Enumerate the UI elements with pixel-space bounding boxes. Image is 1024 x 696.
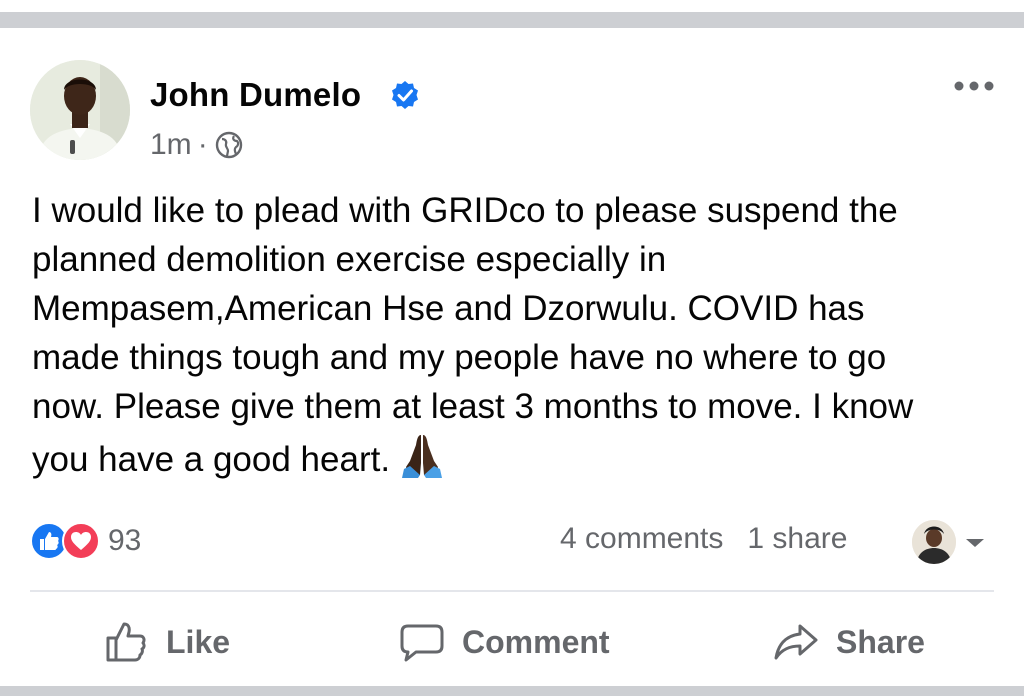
viewer-avatar-image xyxy=(912,520,956,564)
comment-button-label: Comment xyxy=(462,623,610,660)
post-text-line: I would like to plead with GRIDco to ple… xyxy=(32,191,898,230)
love-reaction-icon xyxy=(62,522,100,560)
folded-hands-emoji-icon xyxy=(402,435,443,478)
viewer-avatar[interactable] xyxy=(912,520,956,564)
actions-divider xyxy=(30,590,994,592)
post-author-name[interactable]: John Dumelo xyxy=(150,76,361,114)
comments-count[interactable]: 4 comments xyxy=(560,522,723,556)
share-button[interactable]: Share xyxy=(772,615,925,669)
verified-badge-icon xyxy=(392,81,418,109)
post-text-line: Mempasem,American Hse and Dzorwulu. COVI… xyxy=(32,289,865,328)
engagement-counts: 4 comments 1 share xyxy=(560,522,847,556)
shares-count[interactable]: 1 share xyxy=(747,522,847,556)
comment-button[interactable]: Comment xyxy=(398,615,610,669)
comment-bubble-icon xyxy=(400,624,444,662)
post-timestamp[interactable]: 1m xyxy=(150,128,192,162)
author-avatar-image xyxy=(30,60,130,160)
like-button[interactable]: Like xyxy=(102,615,230,669)
post-text-line: planned demolition exercise especially i… xyxy=(32,240,667,279)
post-text-line: now. Please give them at least 3 months … xyxy=(32,387,914,426)
post-meta: 1m · xyxy=(150,128,244,162)
post-text-line: you have a good heart. xyxy=(32,440,391,479)
post-text-last-line: you have a good heart. xyxy=(32,431,1002,484)
top-separator-bar xyxy=(0,0,1024,28)
meta-separator: · xyxy=(197,128,208,161)
globe-icon xyxy=(215,131,242,159)
more-options-icon[interactable] xyxy=(950,76,998,96)
thumbs-up-icon xyxy=(106,622,146,662)
reactions-summary[interactable]: 93 xyxy=(30,522,141,560)
like-button-label: Like xyxy=(166,623,231,660)
chevron-down-icon[interactable] xyxy=(963,536,987,550)
share-button-label: Share xyxy=(836,623,925,660)
author-avatar[interactable] xyxy=(30,60,130,160)
bottom-separator-bar xyxy=(0,686,1024,696)
post-body-text: I would like to plead with GRIDco to ple… xyxy=(32,186,1002,484)
post-text-line: made things tough and my people have no … xyxy=(32,338,887,377)
reactions-count[interactable]: 93 xyxy=(108,524,141,558)
share-arrow-icon xyxy=(774,624,818,660)
